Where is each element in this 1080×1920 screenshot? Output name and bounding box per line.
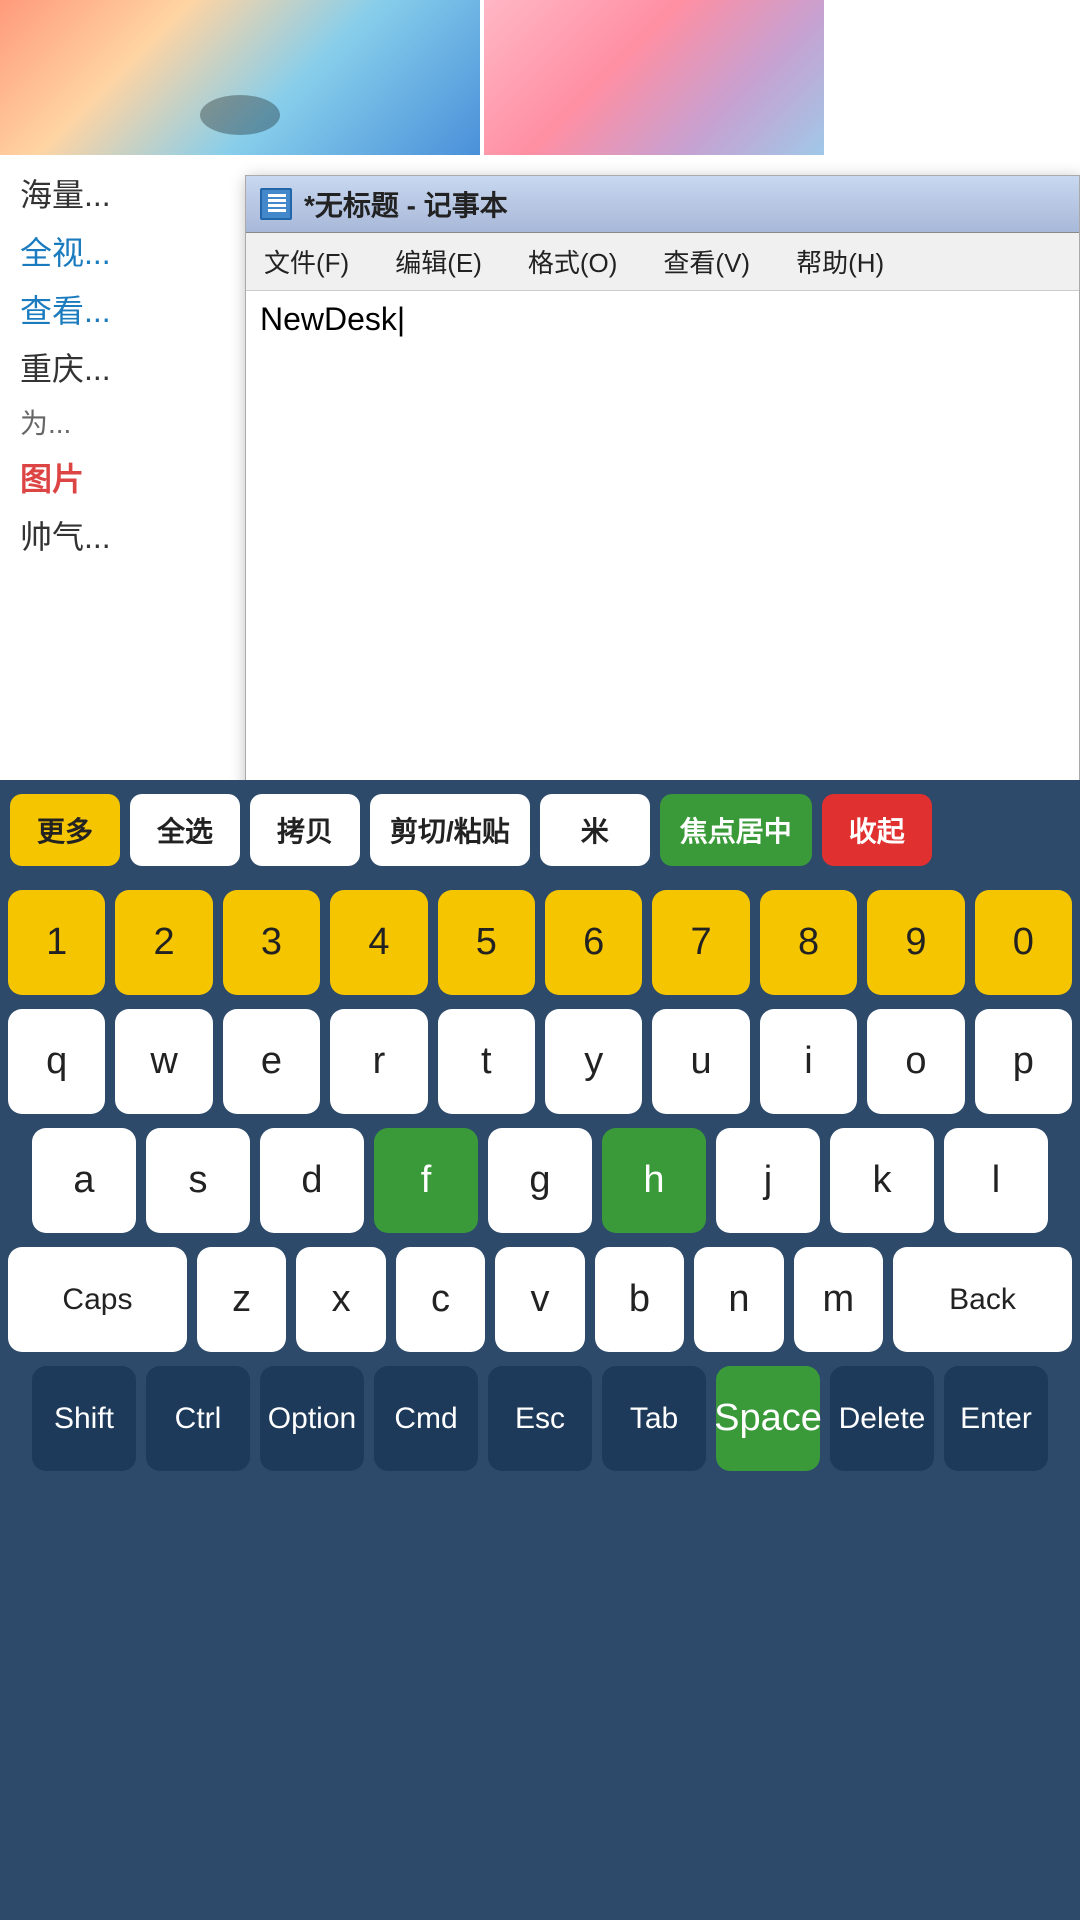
key-0[interactable]: 0: [975, 890, 1072, 995]
key-w[interactable]: w: [115, 1009, 212, 1114]
key-p[interactable]: p: [975, 1009, 1072, 1114]
key-enter[interactable]: Enter: [944, 1366, 1048, 1471]
notepad-window: *无标题 - 记事本 文件(F) 编辑(E) 格式(O) 查看(V) 帮助(H)…: [245, 175, 1080, 832]
key-6[interactable]: 6: [545, 890, 642, 995]
number-row: 1 2 3 4 5 6 7 8 9 0: [8, 890, 1072, 995]
key-3[interactable]: 3: [223, 890, 320, 995]
key-delete[interactable]: Delete: [830, 1366, 934, 1471]
menu-format[interactable]: 格式(O): [520, 239, 626, 284]
key-c[interactable]: c: [396, 1247, 485, 1352]
key-z[interactable]: z: [197, 1247, 286, 1352]
keyboard-toolbar: 更多 全选 拷贝 剪切/粘贴 米 焦点居中 收起: [0, 780, 1080, 880]
key-f[interactable]: f: [374, 1128, 478, 1233]
key-t[interactable]: t: [438, 1009, 535, 1114]
key-y[interactable]: y: [545, 1009, 642, 1114]
toolbar-collapse-button[interactable]: 收起: [822, 794, 932, 866]
key-h[interactable]: h: [602, 1128, 706, 1233]
key-space[interactable]: Space: [716, 1366, 820, 1471]
notepad-app-icon: [260, 188, 292, 220]
key-d[interactable]: d: [260, 1128, 364, 1233]
key-s[interactable]: s: [146, 1128, 250, 1233]
key-n[interactable]: n: [694, 1247, 783, 1352]
menu-view[interactable]: 查看(V): [655, 239, 758, 284]
background-images: [0, 0, 1080, 155]
key-m[interactable]: m: [794, 1247, 883, 1352]
asdf-row: a s d f g h j k l: [8, 1128, 1072, 1233]
toolbar-extra-button[interactable]: 米: [540, 794, 650, 866]
toolbar-copy-button[interactable]: 拷贝: [250, 794, 360, 866]
menu-edit[interactable]: 编辑(E): [387, 239, 490, 284]
bottom-row: Shift Ctrl Option Cmd Esc Tab Space Dele…: [8, 1366, 1072, 1471]
key-7[interactable]: 7: [652, 890, 749, 995]
key-tab[interactable]: Tab: [602, 1366, 706, 1471]
qwerty-row: q w e r t y u i o p: [8, 1009, 1072, 1114]
key-g[interactable]: g: [488, 1128, 592, 1233]
zxcv-row: Caps z x c v b n m Back: [8, 1247, 1072, 1352]
key-r[interactable]: r: [330, 1009, 427, 1114]
bg-image-left: [0, 0, 480, 155]
key-shift[interactable]: Shift: [32, 1366, 136, 1471]
key-1[interactable]: 1: [8, 890, 105, 995]
key-v[interactable]: v: [495, 1247, 584, 1352]
key-4[interactable]: 4: [330, 890, 427, 995]
key-cmd[interactable]: Cmd: [374, 1366, 478, 1471]
key-ctrl[interactable]: Ctrl: [146, 1366, 250, 1471]
key-5[interactable]: 5: [438, 890, 535, 995]
text-cursor: [397, 301, 405, 337]
key-k[interactable]: k: [830, 1128, 934, 1233]
key-i[interactable]: i: [760, 1009, 857, 1114]
key-b[interactable]: b: [595, 1247, 684, 1352]
menu-file[interactable]: 文件(F): [256, 239, 357, 284]
toolbar-focus-center-button[interactable]: 焦点居中: [660, 794, 812, 866]
key-o[interactable]: o: [867, 1009, 964, 1114]
key-a[interactable]: a: [32, 1128, 136, 1233]
key-x[interactable]: x: [296, 1247, 385, 1352]
notepad-body[interactable]: NewDesk: [246, 291, 1079, 831]
toolbar-cut-paste-button[interactable]: 剪切/粘贴: [370, 794, 530, 866]
key-back[interactable]: Back: [893, 1247, 1072, 1352]
key-option[interactable]: Option: [260, 1366, 364, 1471]
key-q[interactable]: q: [8, 1009, 105, 1114]
bg-image-right: [484, 0, 824, 155]
notepad-title: *无标题 - 记事本: [304, 184, 508, 224]
key-u[interactable]: u: [652, 1009, 749, 1114]
key-caps[interactable]: Caps: [8, 1247, 187, 1352]
key-esc[interactable]: Esc: [488, 1366, 592, 1471]
menu-help[interactable]: 帮助(H): [788, 239, 892, 284]
key-8[interactable]: 8: [760, 890, 857, 995]
notepad-menubar: 文件(F) 编辑(E) 格式(O) 查看(V) 帮助(H): [246, 233, 1079, 291]
key-e[interactable]: e: [223, 1009, 320, 1114]
notepad-content: NewDesk: [260, 301, 397, 337]
key-j[interactable]: j: [716, 1128, 820, 1233]
key-2[interactable]: 2: [115, 890, 212, 995]
key-l[interactable]: l: [944, 1128, 1048, 1233]
key-9[interactable]: 9: [867, 890, 964, 995]
notepad-titlebar: *无标题 - 记事本: [246, 176, 1079, 233]
toolbar-select-all-button[interactable]: 全选: [130, 794, 240, 866]
keyboard: 1 2 3 4 5 6 7 8 9 0 q w e r t y u i o p …: [0, 880, 1080, 1920]
toolbar-more-button[interactable]: 更多: [10, 794, 120, 866]
